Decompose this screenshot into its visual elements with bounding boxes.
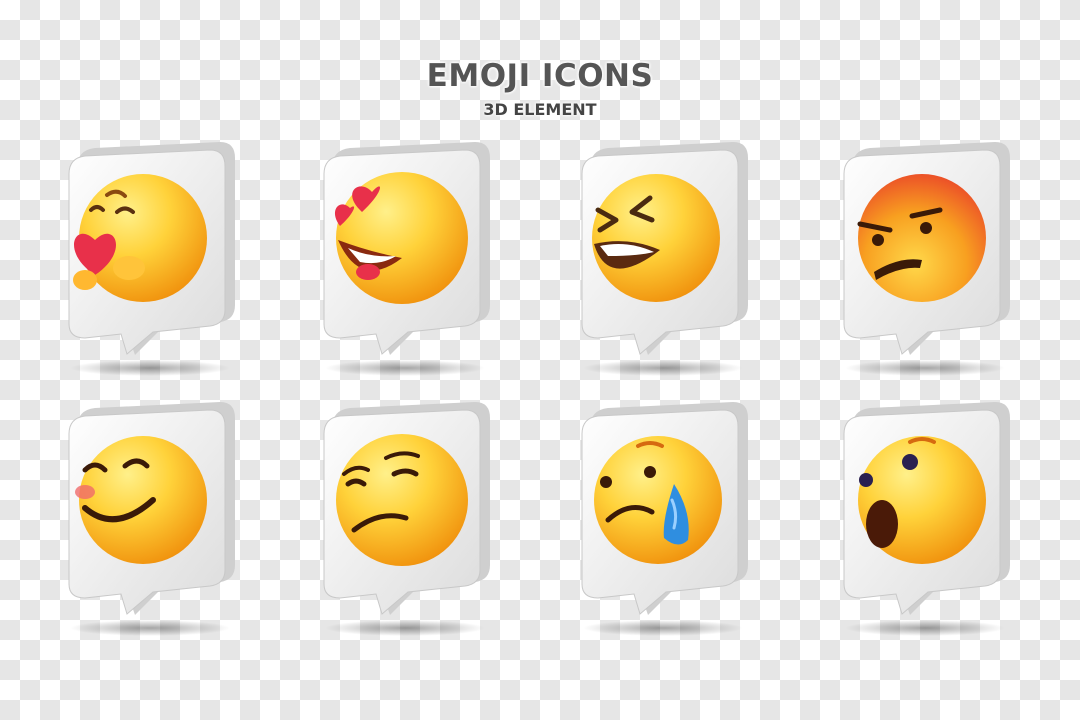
- emoji-tile-care: [55, 140, 245, 380]
- angry-icon: [843, 142, 1010, 376]
- care-hug-icon: [68, 142, 235, 376]
- emoji-tile-smirk: [310, 400, 500, 640]
- blushing-smile-icon: [68, 402, 235, 636]
- header: EMOJI ICONS 3D ELEMENT: [0, 58, 1080, 119]
- page-subtitle: 3D ELEMENT: [483, 100, 597, 119]
- emoji-tile-love: [310, 140, 500, 380]
- page-title: EMOJI ICONS: [426, 58, 654, 94]
- emoji-tile-blush: [55, 400, 245, 640]
- emoji-tile-wow: [830, 400, 1020, 640]
- heart-eyes-icon: [323, 142, 490, 376]
- crying-icon: [581, 402, 748, 636]
- emoji-tile-haha: [568, 140, 758, 380]
- smirk-icon: [323, 402, 490, 636]
- surprised-icon: [843, 402, 1010, 636]
- laughing-icon: [581, 142, 748, 376]
- emoji-tile-sad: [568, 400, 758, 640]
- emoji-tile-angry: [830, 140, 1020, 380]
